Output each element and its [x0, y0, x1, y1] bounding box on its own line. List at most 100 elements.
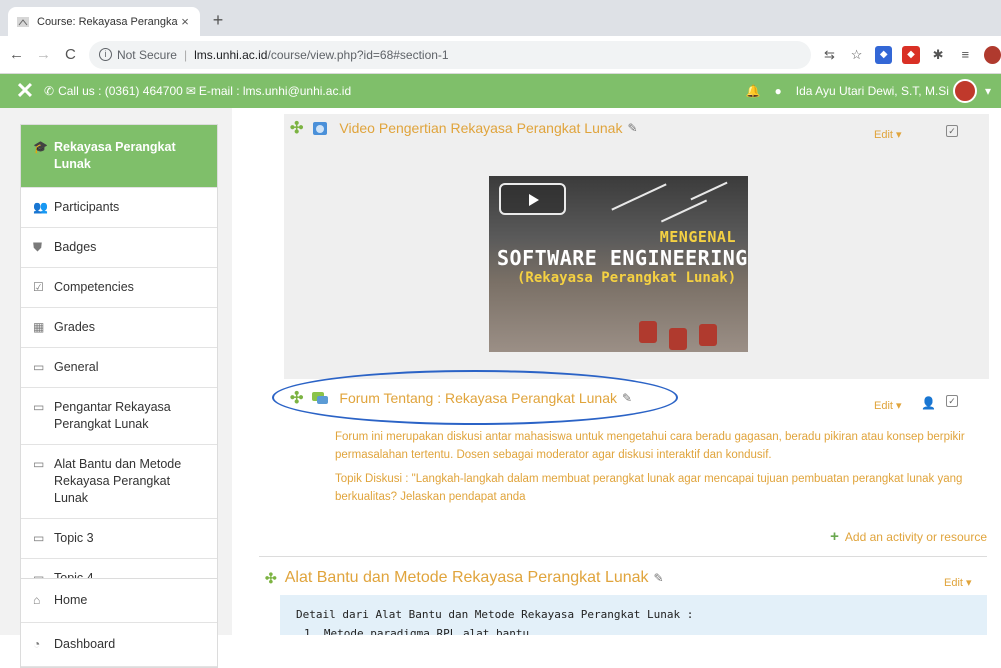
add-activity-button[interactable]: + Add an activity or resource	[830, 528, 987, 545]
extension-blue-icon[interactable]: ◆	[875, 45, 893, 64]
checkbox-icon: ☑	[33, 280, 44, 294]
extension-red-icon[interactable]: ◆	[902, 45, 920, 64]
ceiling-light	[690, 181, 728, 201]
ceiling-light	[660, 199, 708, 223]
folder-icon: ▭	[33, 400, 45, 414]
move-icon[interactable]: ✣	[290, 118, 303, 138]
video-caption-line-1: MENGENAL	[659, 228, 736, 246]
shield-icon: ⛊	[33, 240, 43, 254]
star-icon[interactable]: ☆	[848, 46, 865, 64]
forum-activity-link[interactable]: Forum Tentang : Rekayasa Perangkat Lunak	[339, 390, 617, 406]
user-menu-caret-icon[interactable]: ▾	[985, 84, 991, 98]
url-host: lms.unhi.ac.id	[194, 47, 268, 62]
section-divider	[259, 556, 987, 557]
browser-tabstrip: Course: Rekayasa Perangkat L × +	[0, 0, 1001, 36]
dashboard-icon: ◔	[33, 637, 41, 651]
sidebar-item-general[interactable]: ▭ General	[21, 348, 217, 388]
course-nav-block: 🎓 Rekayasa Perangkat Lunak 👥 Participant…	[20, 124, 218, 599]
red-chair	[669, 328, 687, 350]
sidebar-item-badges[interactable]: ⛊ Badges	[21, 228, 217, 268]
sidebar-item-label: Grades	[54, 320, 95, 334]
move-icon[interactable]: ✣	[290, 388, 303, 408]
users-icon: 👥	[33, 200, 48, 214]
sidebar-item-dashboard[interactable]: ◔ Dashboard	[21, 623, 217, 667]
profile-avatar-icon[interactable]	[983, 45, 1001, 64]
tab-close-icon[interactable]: ×	[178, 14, 192, 29]
chat-icon[interactable]: ●	[775, 84, 782, 98]
ceiling-light	[611, 183, 667, 211]
url-separator: |	[183, 47, 188, 62]
video-edit-menu[interactable]: Edit ▾	[874, 128, 902, 141]
folder-icon: ▭	[33, 457, 45, 471]
contact-info: ✆ Call us : (0361) 464700 ✉ E-mail : lms…	[44, 84, 351, 98]
move-icon[interactable]: ✣	[265, 570, 277, 587]
edit-title-pencil-icon[interactable]: ✎	[627, 121, 637, 135]
sidebar: 🎓 Rekayasa Perangkat Lunak 👥 Participant…	[0, 108, 232, 668]
video-play-button[interactable]	[499, 183, 566, 215]
table-icon: ▦	[33, 320, 45, 334]
reading-list-icon[interactable]: ≡	[957, 46, 974, 64]
home-icon: ⌂	[33, 593, 41, 607]
not-secure-label: Not Secure	[116, 47, 177, 62]
browser-tab[interactable]: Course: Rekayasa Perangkat L ×	[8, 7, 200, 36]
section-summary: Detail dari Alat Bantu dan Metode Rekaya…	[280, 595, 987, 635]
sidebar-item-topic-3[interactable]: ▭ Topic 3	[21, 519, 217, 559]
sidebar-item-label: Rekayasa Perangkat Lunak	[54, 140, 176, 171]
forward-icon[interactable]: →	[33, 44, 54, 66]
info-icon[interactable]: i	[98, 48, 112, 61]
graduation-cap-icon: 🎓	[33, 140, 48, 154]
moodle-favicon-icon	[17, 16, 29, 27]
sidebar-item-label: Home	[54, 593, 88, 607]
folder-icon: ▭	[33, 360, 45, 374]
forum-description: Forum ini merupakan diskusi antar mahasi…	[335, 428, 965, 512]
sidebar-item-label: Participants	[54, 200, 120, 214]
sidebar-item-label: Competencies	[54, 280, 134, 294]
sidebar-item-label: Alat Bantu dan Metode Rekayasa Perangkat…	[54, 457, 182, 505]
edit-title-pencil-icon[interactable]: ✎	[622, 391, 632, 405]
phone-icon: ✆	[44, 84, 55, 98]
section-title[interactable]: Alat Bantu dan Metode Rekayasa Perangkat…	[285, 569, 649, 587]
new-tab-button[interactable]: +	[206, 9, 230, 33]
sidebar-item-grades[interactable]: ▦ Grades	[21, 308, 217, 348]
red-chair	[639, 321, 657, 343]
plus-icon: +	[830, 528, 839, 545]
sidebar-item-home[interactable]: ⌂ Home	[21, 579, 217, 623]
user-name[interactable]: Ida Ayu Utari Dewi, S.T, M.Si	[796, 84, 949, 98]
embedded-video[interactable]: MENGENAL SOFTWARE ENGINEERING (Rekayasa …	[489, 176, 748, 352]
tab-title: Course: Rekayasa Perangkat L	[37, 15, 178, 28]
address-bar[interactable]: i Not Secure | lms.unhi.ac.id /course/vi…	[88, 40, 811, 69]
reload-icon[interactable]: C	[60, 44, 81, 66]
sidebar-item-pengantar[interactable]: ▭ Pengantar Rekayasa Perangkat Lunak	[21, 388, 217, 445]
back-icon[interactable]: ←	[6, 44, 27, 66]
user-area: 🔔 ● Ida Ayu Utari Dewi, S.T, M.Si ▾	[746, 74, 991, 108]
close-drawer-icon[interactable]: ✕	[6, 78, 44, 104]
video-activity-link[interactable]: Video Pengertian Rekayasa Perangkat Luna…	[339, 120, 622, 136]
sidebar-item-label: Pengantar Rekayasa Perangkat Lunak	[54, 400, 171, 431]
forum-edit-menu[interactable]: Edit ▾	[874, 399, 902, 412]
sidebar-item-competencies[interactable]: ☑ Competencies	[21, 268, 217, 308]
sidebar-item-alat-bantu[interactable]: ▭ Alat Bantu dan Metode Rekayasa Perangk…	[21, 445, 217, 519]
bell-icon[interactable]: 🔔	[746, 84, 761, 98]
section-header: ✣ Alat Bantu dan Metode Rekayasa Perangk…	[265, 569, 664, 587]
forum-module-icon	[312, 392, 329, 404]
puzzle-icon[interactable]: ✱	[930, 46, 947, 64]
completion-checkbox-icon[interactable]: ✓	[946, 125, 958, 137]
summary-line: 1. Metode paradigma RPL alat bantu.	[304, 627, 536, 635]
group-mode-icon[interactable]: 👤	[921, 396, 936, 410]
sidebar-item-course[interactable]: 🎓 Rekayasa Perangkat Lunak	[21, 125, 217, 188]
video-activity-row: ✣ Video Pengertian Rekayasa Perangkat Lu…	[290, 118, 638, 138]
sidebar-item-label: Topic 3	[54, 531, 94, 545]
video-activity-block: ✣ Video Pengertian Rekayasa Perangkat Lu…	[284, 114, 989, 379]
folder-icon: ▭	[33, 531, 45, 545]
sidebar-item-label: General	[54, 360, 99, 374]
completion-checkbox-icon[interactable]: ✓	[946, 395, 958, 407]
edit-title-pencil-icon[interactable]: ✎	[654, 571, 664, 585]
browser-toolbar: ← → C i Not Secure | lms.unhi.ac.id /cou…	[0, 36, 1001, 74]
avatar[interactable]	[952, 79, 977, 103]
section-edit-menu[interactable]: Edit ▾	[944, 576, 972, 589]
translate-icon[interactable]: ⇆	[821, 46, 838, 64]
sidebar-item-participants[interactable]: 👥 Participants	[21, 188, 217, 228]
site-header: ✕ ✆ Call us : (0361) 464700 ✉ E-mail : l…	[0, 74, 1001, 108]
red-chair	[699, 324, 717, 346]
url-path: /course/view.php?id=68#section-1	[267, 47, 449, 62]
